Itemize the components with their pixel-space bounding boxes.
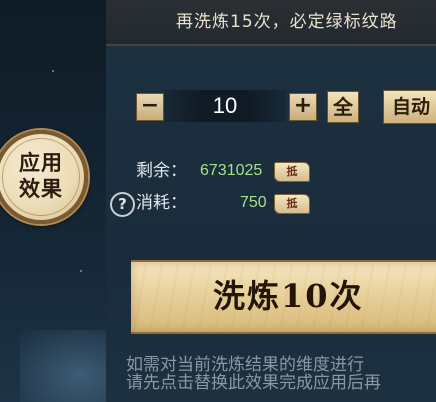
cost-label: 消耗： xyxy=(136,193,187,213)
hint-line2: 请先点击替换此效果完成应用后再 xyxy=(126,373,381,393)
plus-icon[interactable]: + xyxy=(289,93,317,121)
quantity-value[interactable]: 10 xyxy=(164,90,286,122)
token-icon: 抵 xyxy=(274,194,310,214)
all-button[interactable]: 全 xyxy=(327,91,359,123)
cost-row: 消耗： 750 抵 xyxy=(136,191,336,215)
auto-button[interactable]: 自动 xyxy=(383,90,436,124)
remaining-row: 剩余： 6731025 抵 xyxy=(136,159,336,183)
cost-value: 750 xyxy=(240,194,267,211)
apply-label-line2: 效果 xyxy=(19,176,63,201)
sparkle xyxy=(80,270,82,272)
help-icon[interactable]: ? xyxy=(110,192,135,217)
apply-label: 应用 效果 xyxy=(0,150,84,202)
wash-10-button[interactable]: 洗炼10次 xyxy=(131,260,436,334)
token-icon: 抵 xyxy=(274,162,310,182)
apply-label-line1: 应用 xyxy=(19,150,63,175)
top-banner: 再洗炼15次，必定绿标纹路 xyxy=(106,0,436,46)
remaining-value: 6731025 xyxy=(200,162,263,179)
wash-label: 洗炼10次 xyxy=(213,277,364,315)
hint-line1: 如需对当前洗炼结果的维度进行 xyxy=(126,355,364,375)
banner-text: 再洗炼15次，必定绿标纹路 xyxy=(176,12,398,32)
remaining-label: 剩余： xyxy=(136,161,187,181)
hint-text: 如需对当前洗炼结果的维度进行 请先点击替换此效果完成应用后再 xyxy=(126,356,436,392)
minus-icon[interactable]: − xyxy=(136,93,164,121)
stage: 再洗炼15次，必定绿标纹路 应用 效果 − 10 + 全 自动 剩余： 6731… xyxy=(0,0,436,402)
sparkle xyxy=(52,70,54,72)
